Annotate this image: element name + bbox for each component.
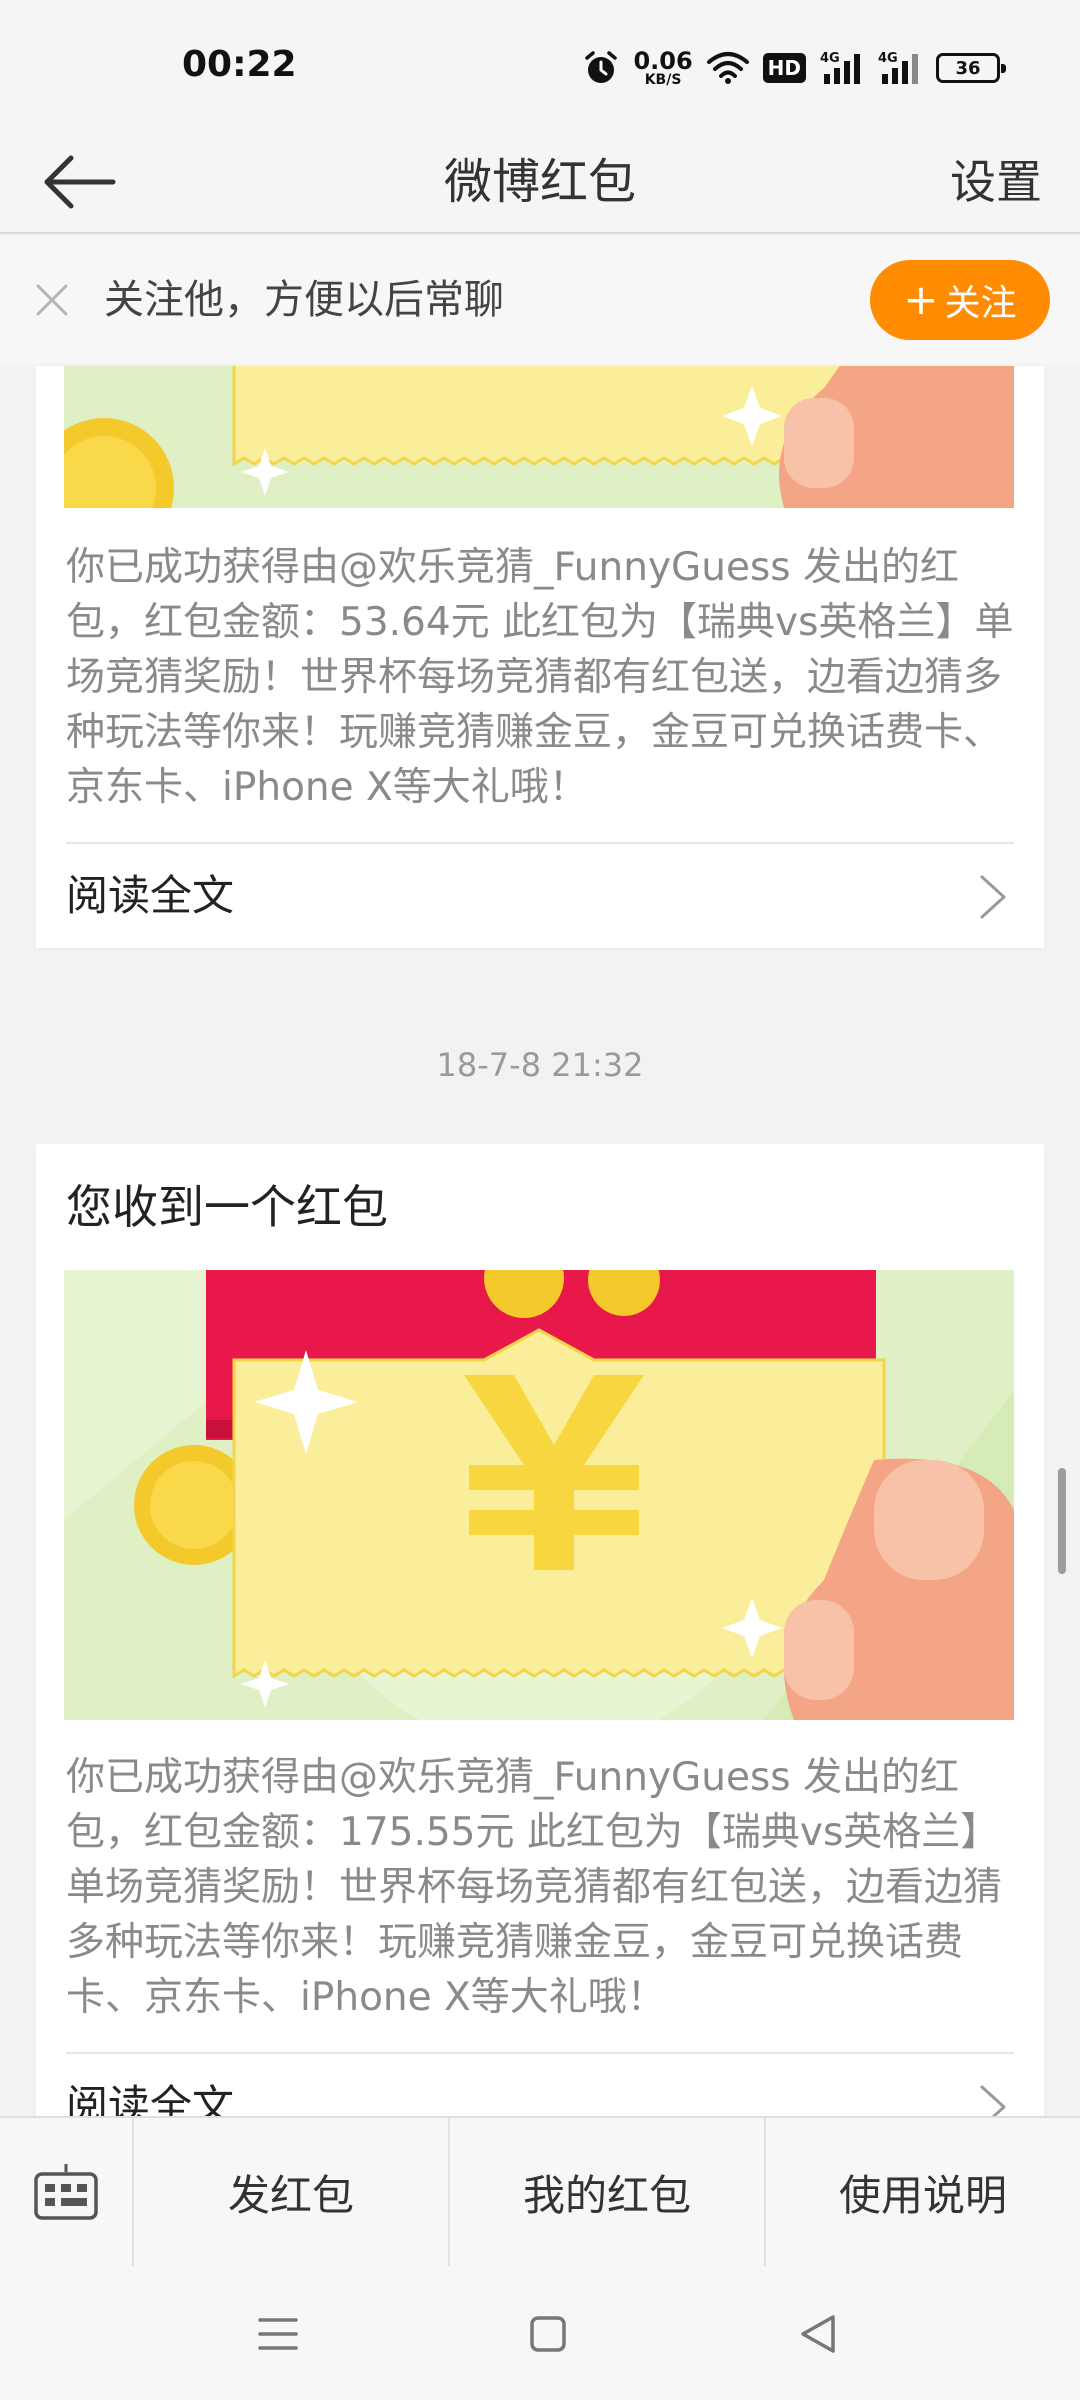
back-button[interactable] [38,146,120,218]
follow-prompt: 关注他，方便以后常聊 [104,277,504,323]
read-more-button[interactable]: 阅读全文 [36,844,1044,948]
wifi-icon [706,51,749,85]
instructions-button[interactable]: 使用说明 [766,2118,1080,2266]
red-packet-image [64,1270,1014,1720]
alarm-icon [583,50,619,86]
status-icons: 0.06 KB/S HD 4G 4G 36 [583,44,1006,92]
message-timestamp: 18-7-8 21:32 [436,1046,644,1084]
page-title: 微博红包 [443,154,636,210]
status-time: 00:22 [182,44,297,85]
triangle-back-icon [801,2315,835,2353]
home-icon [530,2316,566,2352]
red-packet-card[interactable]: 你已成功获得由@欢乐竞猜_FunnyGuess 发出的红包，红包金额：53.64… [36,366,1044,948]
recent-apps-button[interactable] [248,2304,308,2364]
arrow-left-icon [44,155,116,209]
follow-banner: 关注他，方便以后常聊 + 关注 [0,236,1080,364]
net-speed-unit: KB/S [644,72,682,88]
system-nav-bar [0,2266,1080,2400]
signal-4g-icon: 4G [878,50,922,86]
close-icon [36,284,68,316]
net-speed: 0.06 KB/S [633,49,692,87]
plus-icon: + [903,275,939,324]
red-packet-message: 你已成功获得由@欢乐竞猜_FunnyGuess 发出的红包，红包金额：175.5… [66,1755,1003,2020]
dismiss-button[interactable] [26,274,78,326]
red-packet-illustration [64,1270,1014,1720]
net-speed-value: 0.06 [633,47,693,75]
signal-4g-icon: 4G [820,50,864,86]
card-title: 您收到一个红包 [66,1180,388,1234]
follow-button-label: 关注 [944,283,1017,324]
read-more-label: 阅读全文 [66,871,235,920]
settings-button[interactable]: 设置 [950,130,1042,234]
menu-icon [258,2318,298,2350]
red-packet-message: 你已成功获得由@欢乐竞猜_FunnyGuess 发出的红包，红包金额：53.64… [66,545,1014,810]
home-button[interactable] [518,2304,578,2364]
keyboard-icon [34,2164,98,2220]
follow-button[interactable]: + 关注 [870,260,1050,340]
signal-label: 4G [878,51,898,66]
chevron-right-icon [980,875,1006,919]
bottom-toolbar: 发红包 我的红包 使用说明 [0,2116,1080,2266]
battery-icon: 36 [936,53,1006,83]
nav-bar: 微博红包 设置 [0,130,1080,234]
system-back-button[interactable] [788,2304,848,2364]
send-red-packet-button[interactable]: 发红包 [134,2118,450,2266]
hd-icon: HD [762,53,806,83]
battery-level: 36 [955,57,981,79]
red-packet-card[interactable]: 您收到一个红包 你已成功获得由@欢乐竞猜_FunnyGuess 发出的红包，红包 [36,1144,1044,2144]
red-packet-illustration [64,366,1014,508]
keyboard-toggle-button[interactable] [0,2118,134,2266]
scrollbar-thumb[interactable] [1058,1468,1066,1574]
my-red-packets-button[interactable]: 我的红包 [450,2118,766,2266]
red-packet-image [64,366,1014,508]
status-bar: 00:22 0.06 KB/S HD 4G 4G 36 [0,0,1080,130]
signal-label: 4G [820,51,840,66]
